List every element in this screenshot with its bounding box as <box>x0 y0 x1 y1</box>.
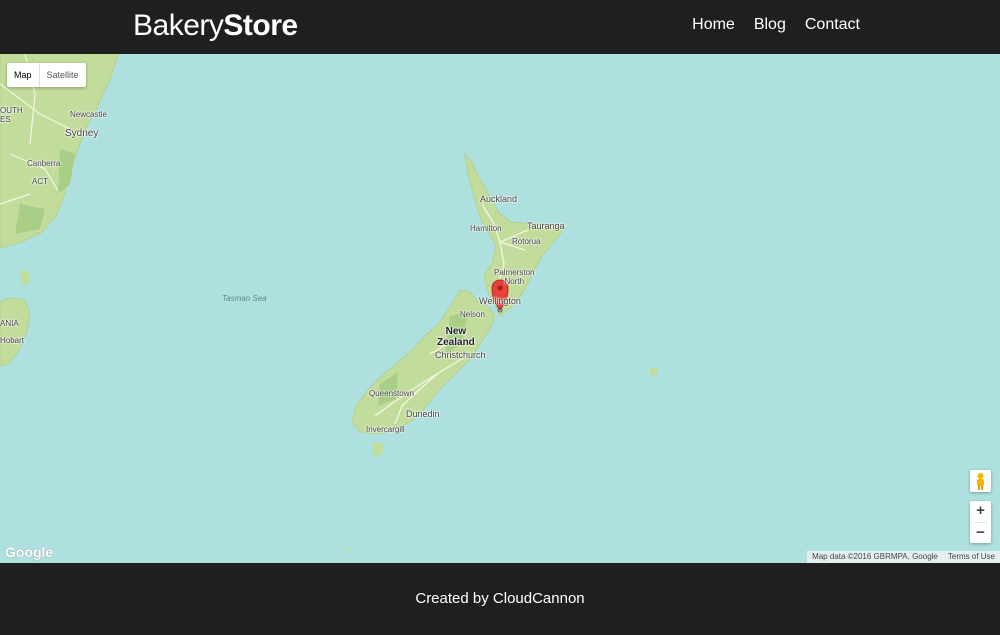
map-label-queenstown: Queenstown <box>369 389 414 398</box>
map-label-palmerston-north: Palmerston North <box>494 268 535 286</box>
map-label-tasmania: ANIA <box>0 319 19 328</box>
map-label-rotorua: Rotorua <box>512 237 541 246</box>
map-attribution: Map data ©2016 GBRMPA, Google Terms of U… <box>807 551 1000 563</box>
map-label-tauranga: Tauranga <box>527 221 565 231</box>
map-label-nelson: Nelson <box>460 310 485 319</box>
zoom-out-button[interactable]: − <box>970 523 991 544</box>
tasmania-landmass <box>0 297 31 367</box>
main-nav: Home Blog Contact <box>692 16 860 34</box>
map-label-dunedin: Dunedin <box>406 409 440 419</box>
footer-credit: Created by CloudCannon <box>415 590 585 607</box>
map-view[interactable]: Map Satellite OUTH ES Newcastle Sydney C… <box>0 54 1000 563</box>
map-canvas <box>0 54 658 554</box>
zoom-control: + − <box>970 501 991 543</box>
map-label-christchurch: Christchurch <box>435 350 486 360</box>
site-header: BakeryStore Home Blog Contact <box>0 0 1000 54</box>
terms-of-use-link[interactable]: Terms of Use <box>943 551 1000 563</box>
map-type-satellite-button[interactable]: Satellite <box>40 63 86 87</box>
nav-blog-link[interactable]: Blog <box>754 16 786 34</box>
site-footer: Created by CloudCannon <box>0 563 1000 625</box>
map-type-control: Map Satellite <box>7 63 86 87</box>
zoom-in-button[interactable]: + <box>970 501 991 522</box>
map-label-act: ACT <box>32 177 48 186</box>
map-label-new-zealand: New Zealand <box>437 326 475 348</box>
map-label-invercargill: Invercargill <box>366 425 405 434</box>
map-data-text: Map data ©2016 GBRMPA, Google <box>812 552 938 561</box>
map-label-sydney: Sydney <box>65 128 99 139</box>
map-label-newcastle: Newcastle <box>70 110 107 119</box>
map-type-map-button[interactable]: Map <box>7 63 39 87</box>
site-logo[interactable]: BakeryStore <box>133 9 298 43</box>
street-view-pegman-button[interactable] <box>970 470 991 492</box>
stewart-island <box>372 442 384 458</box>
map-label-canberra: Canberra <box>27 159 61 168</box>
map-label-auckland: Auckland <box>480 194 518 204</box>
nav-home-link[interactable]: Home <box>692 16 735 34</box>
map-label-hamilton: Hamilton <box>470 224 502 233</box>
map-label-south-wales: OUTH ES <box>0 106 23 124</box>
map-label-tasman-sea: Tasman Sea <box>222 294 267 303</box>
map-label-wellington: Wellington <box>479 296 521 306</box>
pegman-icon <box>977 473 984 490</box>
bass-island <box>20 270 30 286</box>
google-logo[interactable]: Google <box>5 544 53 560</box>
map-label-hobart: Hobart <box>0 336 25 345</box>
nav-contact-link[interactable]: Contact <box>805 16 860 34</box>
